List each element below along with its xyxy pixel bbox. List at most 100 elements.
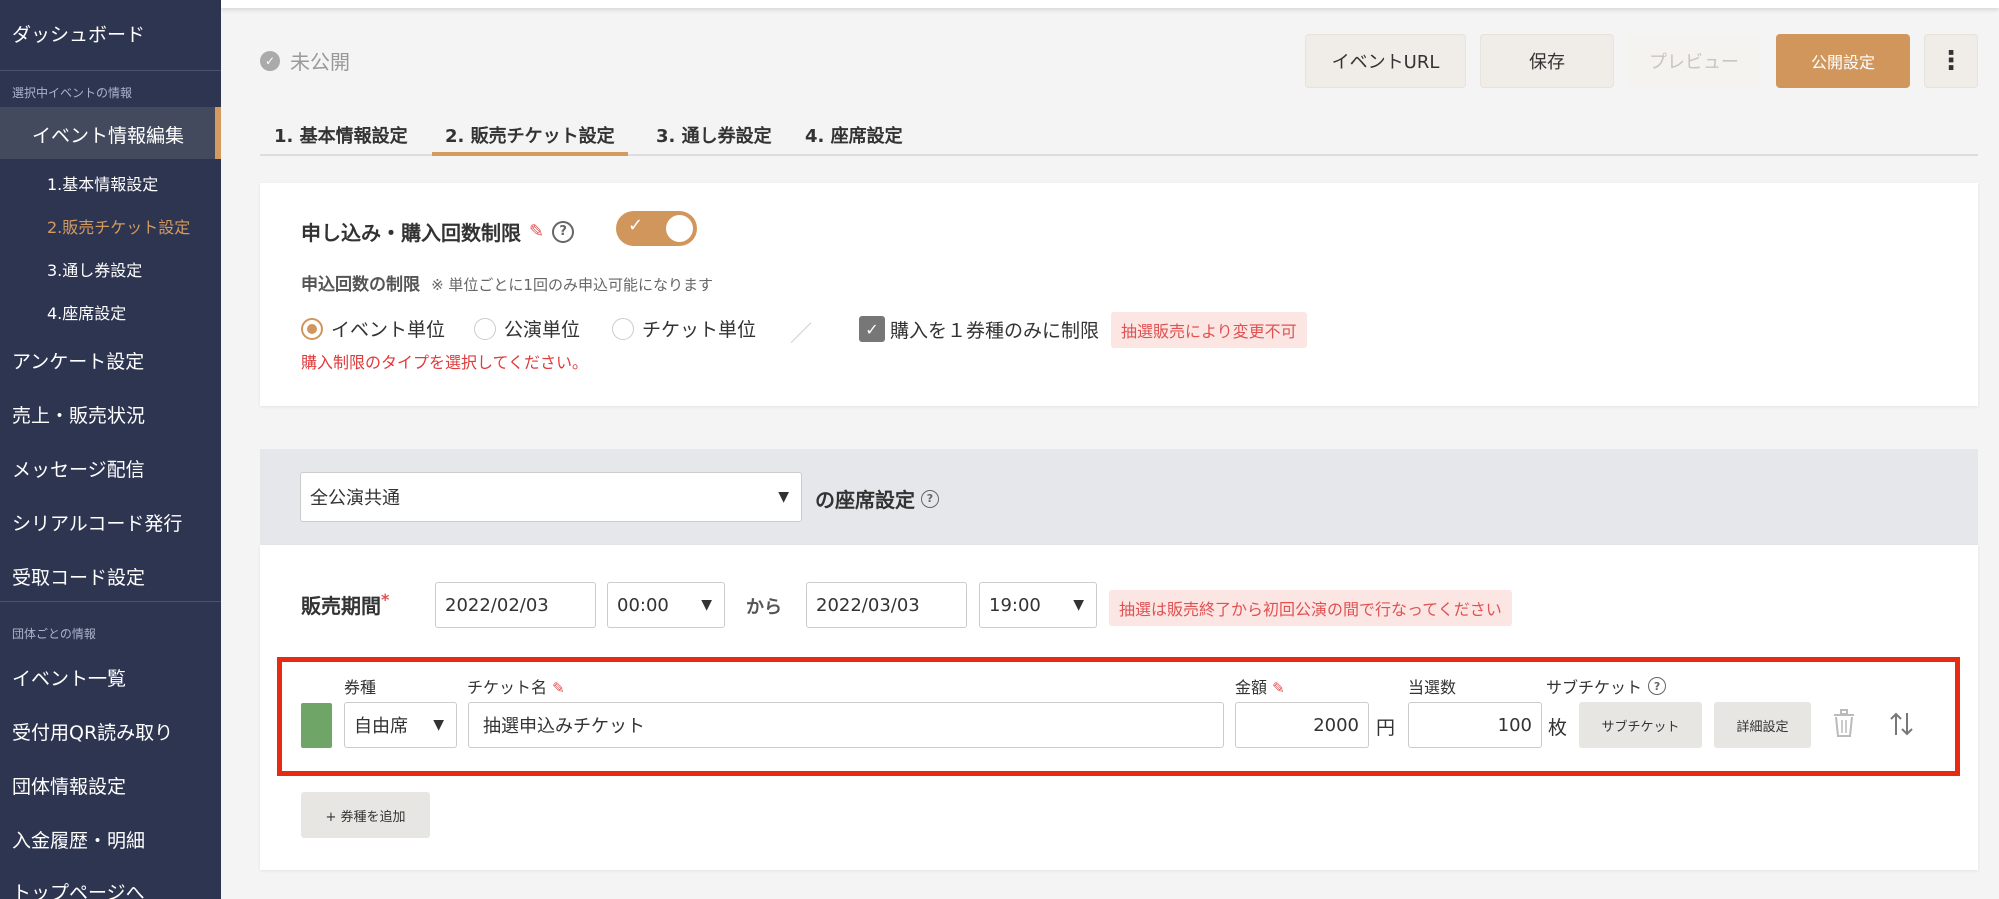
help-icon[interactable]: ?	[552, 220, 575, 243]
status-badge: ✓ 未公開	[260, 46, 350, 75]
col-header-name: チケット名 ✎	[467, 674, 565, 698]
sales-period-label: 販売期間	[301, 594, 381, 618]
sidebar-section-org: 団体ごとの情報	[12, 627, 96, 641]
edit-off-icon: ✎	[529, 221, 545, 242]
sales-period-heading: 販売期間*	[301, 590, 389, 619]
end-date-input[interactable]: 2022/03/03	[806, 582, 967, 628]
check-circle-icon: ✓	[260, 50, 280, 71]
price-value: 2000	[1313, 714, 1359, 736]
radio-ticket-unit[interactable]: チケット単位	[612, 315, 756, 342]
col-header-price-label: 金額	[1235, 678, 1268, 697]
sidebar-item-serial[interactable]: シリアルコード発行	[12, 509, 182, 536]
sidebar-item-dashboard[interactable]: ダッシュボード	[12, 20, 145, 47]
sidebar-item-org-settings[interactable]: 団体情報設定	[12, 772, 126, 799]
sidebar-item-qr[interactable]: 受付用QR読み取り	[12, 718, 173, 745]
radio-unselected	[612, 317, 634, 340]
radio-label: チケット単位	[642, 319, 757, 341]
edit-off-icon: ✎	[552, 679, 565, 697]
ticket-color-swatch[interactable]	[301, 703, 332, 748]
sidebar-item-messages[interactable]: メッセージ配信	[12, 455, 145, 482]
purchase-limit-title: 申し込み・購入回数制限	[301, 221, 521, 245]
check-icon: ✓	[628, 215, 644, 236]
sidebar-sub-seats[interactable]: 4.座席設定	[47, 300, 126, 324]
check-icon: ✓	[865, 319, 879, 339]
tab-tickets[interactable]: 2. 販売チケット設定	[432, 118, 628, 156]
single-type-label: 購入を１券種のみに制限	[890, 320, 1100, 342]
start-time-select[interactable]: 00:00 ▼	[607, 582, 725, 628]
start-time-value: 00:00	[617, 594, 669, 616]
limit-error: 購入制限のタイプを選択してください。	[301, 353, 589, 372]
detail-settings-button[interactable]: 詳細設定	[1714, 702, 1811, 748]
edit-off-icon: ✎	[1272, 679, 1285, 697]
start-date-value: 2022/02/03	[445, 594, 549, 616]
price-unit: 円	[1376, 717, 1396, 739]
end-time-select[interactable]: 19:00 ▼	[979, 582, 1097, 628]
sidebar-section-event: 選択中イベントの情報	[12, 86, 133, 100]
ticket-name-value: 抽選申込みチケット	[483, 716, 645, 737]
toggle-knob	[666, 215, 693, 242]
radio-selected	[301, 317, 323, 340]
tab-basic[interactable]: 1. 基本情報設定	[274, 118, 408, 156]
performance-value: 全公演共通	[310, 488, 400, 509]
end-time-value: 19:00	[989, 594, 1041, 616]
required-mark: *	[381, 590, 390, 609]
publish-settings-button[interactable]: 公開設定	[1776, 34, 1910, 88]
ticket-type-value: 自由席	[354, 716, 408, 737]
sidebar-item-survey[interactable]: アンケート設定	[12, 347, 144, 374]
reorder-icon[interactable]	[1889, 711, 1915, 741]
tab-bar: 1. 基本情報設定 2. 販売チケット設定 3. 通し券設定 4. 座席設定	[260, 118, 1978, 156]
chevron-down-icon: ▼	[1073, 597, 1084, 613]
tab-pass[interactable]: 3. 通し券設定	[656, 118, 772, 156]
radio-unselected	[474, 317, 496, 340]
event-url-button[interactable]: イベントURL	[1305, 34, 1466, 88]
single-type-checkbox[interactable]: ✓	[859, 316, 885, 342]
sidebar-sub-tickets[interactable]: 2.販売チケット設定	[47, 214, 190, 238]
sidebar-item-sales[interactable]: 売上・販売状況	[12, 401, 145, 428]
radio-performance-unit[interactable]: 公演単位	[474, 315, 580, 342]
ticket-name-input[interactable]: 抽選申込みチケット	[468, 702, 1224, 748]
purchase-limit-toggle[interactable]: ✓	[616, 211, 697, 246]
chevron-down-icon: ▼	[433, 717, 444, 733]
col-header-type: 券種	[344, 678, 377, 697]
sidebar-item-top[interactable]: トップページへ	[12, 878, 145, 899]
top-bar	[221, 0, 1999, 8]
from-label: から	[746, 597, 782, 618]
start-date-input[interactable]: 2022/02/03	[435, 582, 596, 628]
sidebar-item-payments[interactable]: 入金履歴・明細	[12, 826, 145, 853]
lottery-warning: 抽選は販売終了から初回公演の間で行なってください	[1109, 590, 1512, 626]
slash-divider: ／	[790, 322, 813, 347]
sidebar-sub-basic[interactable]: 1.基本情報設定	[47, 171, 158, 195]
trash-icon[interactable]	[1832, 709, 1856, 741]
col-header-sub-label: サブチケット	[1546, 678, 1643, 697]
sub-ticket-button[interactable]: サブチケット	[1579, 702, 1702, 748]
sidebar-item-receive-code[interactable]: 受取コード設定	[12, 563, 145, 590]
chevron-down-icon: ▼	[701, 597, 712, 613]
preview-button[interactable]: プレビュー	[1627, 34, 1761, 88]
sidebar-item-event-edit[interactable]: イベント情報編集	[0, 107, 221, 159]
add-ticket-type-button[interactable]: + 券種を追加	[301, 792, 430, 838]
locked-badge: 抽選販売により変更不可	[1111, 312, 1307, 348]
limit-subtitle-row: 申込回数の制限 ※ 単位ごとに1回のみ申込可能になります	[301, 270, 713, 295]
help-icon[interactable]: ?	[921, 489, 939, 508]
limit-subtitle: 申込回数の制限	[301, 275, 420, 295]
save-button[interactable]: 保存	[1480, 34, 1614, 88]
count-unit: 枚	[1548, 717, 1568, 739]
more-menu-button[interactable]: ⋮	[1924, 34, 1978, 88]
seat-settings-heading: の座席設定 ?	[815, 484, 939, 513]
sidebar-item-label: イベント情報編集	[32, 125, 185, 147]
sidebar-item-events[interactable]: イベント一覧	[12, 664, 126, 691]
tab-seats[interactable]: 4. 座席設定	[805, 118, 903, 156]
winner-count-input[interactable]: 100	[1408, 702, 1542, 748]
divider	[0, 70, 221, 71]
radio-event-unit[interactable]: イベント単位	[301, 315, 445, 342]
winner-count-value: 100	[1497, 714, 1532, 736]
help-icon[interactable]: ?	[1648, 677, 1667, 695]
sidebar-sub-pass[interactable]: 3.通し券設定	[47, 257, 142, 281]
ticket-type-select[interactable]: 自由席 ▼	[344, 702, 457, 748]
col-header-name-label: チケット名	[467, 678, 548, 697]
end-date-value: 2022/03/03	[816, 594, 920, 616]
performance-select[interactable]: 全公演共通 ▼	[300, 472, 802, 522]
price-input[interactable]: 2000	[1235, 702, 1369, 748]
col-header-sub: サブチケット?	[1546, 674, 1667, 698]
sidebar: ダッシュボード 選択中イベントの情報 イベント情報編集 1.基本情報設定 2.販…	[0, 0, 221, 899]
